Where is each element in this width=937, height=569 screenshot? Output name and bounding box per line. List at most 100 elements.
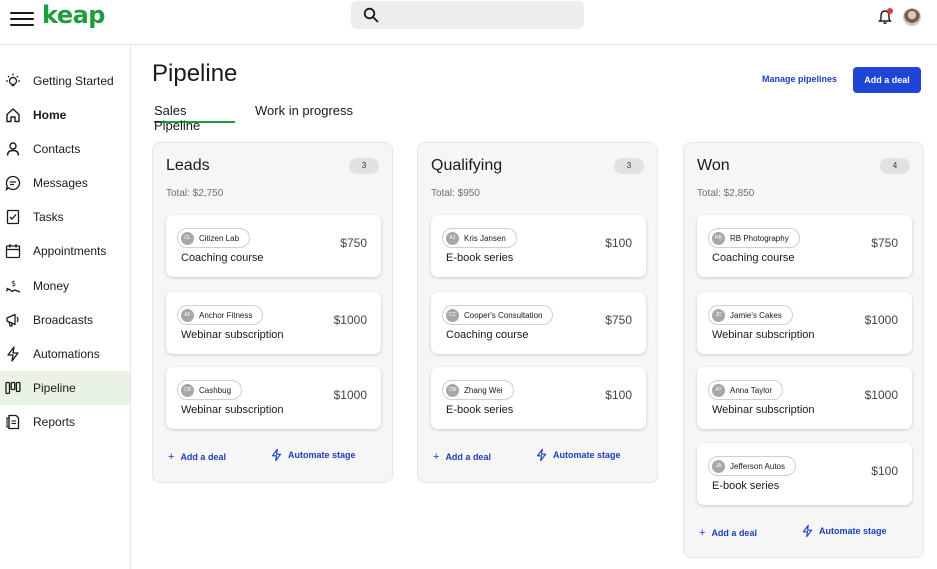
add-deal-link[interactable]: + Add a deal bbox=[433, 451, 491, 463]
sidebar-item-home[interactable]: Home bbox=[0, 98, 130, 132]
pipeline-icon bbox=[5, 381, 21, 395]
lightbulb-icon bbox=[6, 73, 20, 87]
sidebar-item-label: Home bbox=[33, 108, 67, 122]
deal-card[interactable]: JC Jamie's Cakes Webinar subscription $1… bbox=[697, 292, 912, 354]
contact-pill[interactable]: AF Anchor Fitness bbox=[177, 305, 264, 325]
deal-name: Webinar subscription bbox=[181, 329, 284, 341]
column-footer: + Add a deal Automate stage bbox=[697, 523, 912, 543]
top-bar: keap bbox=[0, 0, 937, 45]
deal-card[interactable]: AF Anchor Fitness Webinar subscription $… bbox=[166, 292, 381, 354]
sidebar-item-messages[interactable]: Messages bbox=[0, 166, 130, 200]
deal-card[interactable]: ZW Zhang Wei E-book series $100 bbox=[431, 367, 646, 429]
sidebar-item-label: Automations bbox=[33, 347, 100, 361]
deal-amount: $750 bbox=[871, 236, 898, 250]
contacts-icon bbox=[6, 142, 20, 156]
sidebar-item-label: Money bbox=[33, 279, 70, 293]
deal-amount: $1000 bbox=[864, 313, 898, 327]
sidebar-item-pipeline[interactable]: Pipeline bbox=[0, 371, 130, 405]
column-footer: + Add a deal Automate stage bbox=[166, 447, 381, 467]
lightning-icon bbox=[7, 346, 19, 362]
deal-card[interactable]: CL Citizen Lab Coaching course $750 bbox=[166, 215, 381, 277]
automate-stage-link[interactable]: Automate stage bbox=[535, 447, 621, 463]
user-avatar[interactable] bbox=[903, 8, 921, 26]
deal-amount: $1000 bbox=[333, 388, 367, 402]
column-title: Qualifying bbox=[431, 157, 503, 174]
sidebar-item-label: Messages bbox=[33, 176, 88, 190]
add-deal-link[interactable]: + Add a deal bbox=[168, 451, 226, 463]
column-total: Total: $950 bbox=[431, 188, 480, 199]
contact-pill[interactable]: JA Jefferson Autos bbox=[708, 456, 796, 476]
contact-pill[interactable]: ZW Zhang Wei bbox=[442, 380, 514, 400]
contact-pill[interactable]: RB RB Photography bbox=[708, 228, 800, 248]
contact-avatar: KJ bbox=[446, 231, 459, 245]
sidebar-item-money[interactable]: $ Money bbox=[0, 269, 130, 303]
add-deal-link[interactable]: + Add a deal bbox=[699, 527, 757, 539]
broadcast-icon bbox=[6, 313, 19, 327]
reports-icon bbox=[6, 414, 20, 430]
deal-amount: $100 bbox=[871, 464, 898, 478]
automate-stage-link[interactable]: Automate stage bbox=[801, 523, 887, 539]
deal-card[interactable]: RB RB Photography Coaching course $750 bbox=[697, 215, 912, 277]
deal-amount: $100 bbox=[605, 236, 632, 250]
column-footer: + Add a deal Automate stage bbox=[431, 447, 646, 467]
tab-sales-pipeline[interactable]: Sales Pipeline bbox=[154, 103, 235, 133]
deal-card[interactable]: CB Cashbug Webinar subscription $1000 bbox=[166, 367, 381, 429]
sidebar-item-getting-started[interactable]: Getting Started bbox=[0, 64, 130, 98]
deal-card[interactable]: AT Anna Taylor Webinar subscription $100… bbox=[697, 367, 912, 429]
lightning-icon bbox=[271, 448, 282, 462]
messages-icon bbox=[5, 175, 21, 191]
deal-card[interactable]: JA Jefferson Autos E-book series $100 bbox=[697, 443, 912, 505]
add-deal-label: Add a deal bbox=[180, 452, 226, 462]
sidebar-item-appointments[interactable]: Appointments bbox=[0, 234, 130, 268]
deal-name: E-book series bbox=[446, 252, 514, 264]
contact-name: RB Photography bbox=[730, 233, 789, 243]
lightning-icon bbox=[536, 448, 547, 462]
deal-card[interactable]: CC Cooper's Consultation Coaching course… bbox=[431, 292, 646, 354]
keap-logo[interactable]: keap bbox=[42, 1, 105, 29]
deal-name: Webinar subscription bbox=[712, 329, 815, 341]
sidebar-item-broadcasts[interactable]: Broadcasts bbox=[0, 303, 130, 337]
sidebar-item-label: Getting Started bbox=[33, 74, 114, 88]
contact-pill[interactable]: KJ Kris Jansen bbox=[442, 228, 517, 248]
contact-avatar: CL bbox=[181, 231, 194, 245]
deal-name: Webinar subscription bbox=[181, 404, 284, 416]
notification-dot bbox=[887, 8, 893, 14]
deal-card[interactable]: KJ Kris Jansen E-book series $100 bbox=[431, 215, 646, 277]
hamburger-menu-icon[interactable] bbox=[10, 8, 34, 28]
column-count-badge: 4 bbox=[880, 158, 910, 174]
manage-pipelines-link[interactable]: Manage pipelines bbox=[762, 74, 837, 84]
search-input[interactable] bbox=[387, 5, 577, 25]
plus-icon: + bbox=[433, 451, 440, 463]
contact-pill[interactable]: CC Cooper's Consultation bbox=[442, 305, 554, 325]
search-icon bbox=[363, 7, 379, 23]
contact-avatar: RB bbox=[712, 231, 725, 245]
sidebar-item-reports[interactable]: Reports bbox=[0, 405, 130, 439]
contact-avatar: JA bbox=[712, 459, 725, 473]
pipeline-column-leads: Leads 3 Total: $2,750 CL Citizen Lab Coa… bbox=[152, 142, 393, 483]
tasks-icon bbox=[6, 209, 20, 225]
sidebar-item-tasks[interactable]: Tasks bbox=[0, 200, 130, 234]
sidebar-item-label: Appointments bbox=[33, 244, 107, 258]
contact-avatar: CB bbox=[181, 383, 194, 397]
sidebar-item-label: Reports bbox=[33, 415, 76, 429]
contact-avatar: AT bbox=[712, 383, 725, 397]
column-title: Won bbox=[697, 157, 730, 174]
automate-stage-label: Automate stage bbox=[288, 450, 356, 460]
contact-pill[interactable]: AT Anna Taylor bbox=[708, 380, 784, 400]
tab-work-in-progress[interactable]: Work in progress bbox=[255, 103, 353, 123]
sidebar-item-label: Pipeline bbox=[33, 381, 76, 395]
contact-name: Anchor Fitness bbox=[199, 310, 253, 320]
search-bar[interactable] bbox=[351, 1, 584, 29]
contact-pill[interactable]: JC Jamie's Cakes bbox=[708, 305, 793, 325]
contact-avatar: CC bbox=[446, 308, 459, 322]
automate-stage-label: Automate stage bbox=[819, 526, 887, 536]
deal-name: Webinar subscription bbox=[712, 404, 815, 416]
add-deal-button[interactable]: Add a deal bbox=[853, 67, 921, 93]
deal-name: Coaching course bbox=[181, 252, 264, 264]
sidebar-item-contacts[interactable]: Contacts bbox=[0, 132, 130, 166]
automate-stage-link[interactable]: Automate stage bbox=[270, 447, 356, 463]
contact-pill[interactable]: CB Cashbug bbox=[177, 380, 243, 400]
add-deal-label: Add a deal bbox=[445, 452, 491, 462]
sidebar-item-automations[interactable]: Automations bbox=[0, 337, 130, 371]
contact-pill[interactable]: CL Citizen Lab bbox=[177, 228, 251, 248]
